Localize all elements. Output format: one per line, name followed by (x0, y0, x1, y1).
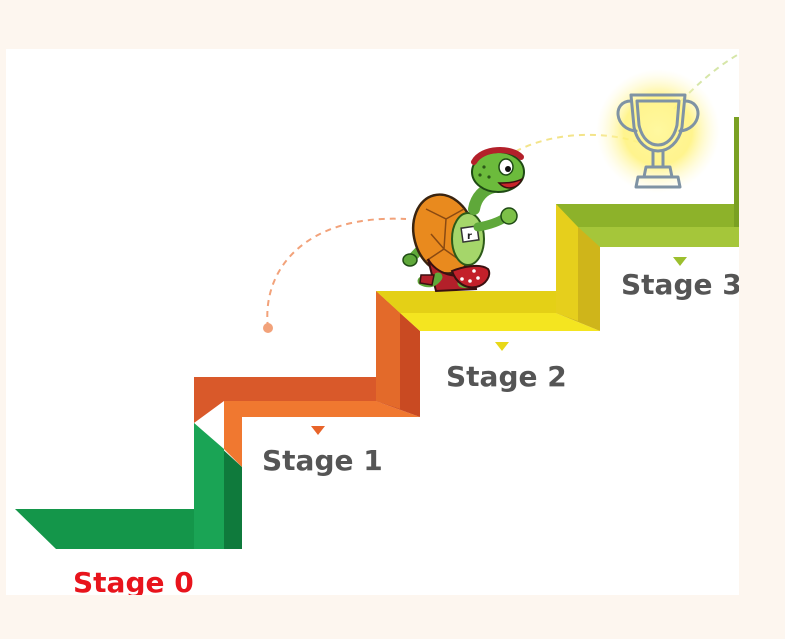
stage-3-pointer (673, 257, 687, 266)
stage-2-label: Stage 2 (446, 360, 567, 393)
turtle-runner-icon: r (402, 147, 525, 293)
staircase-diagram: r Stage 0 Stage 1 Stage 2 Stage 3 (6, 49, 739, 595)
stage-1-step (194, 291, 420, 467)
trophy-icon (596, 69, 720, 193)
stage-1-label: Stage 1 (262, 444, 383, 477)
stage-0-step (15, 423, 242, 549)
stage-1-pointer (311, 426, 325, 435)
stage-3-label: Stage 3 (621, 268, 739, 301)
staircase-graphic: r (15, 53, 739, 549)
stage-2-pointer (495, 342, 509, 351)
svg-text:r: r (467, 231, 472, 242)
stage-0-label: Stage 0 (73, 566, 194, 596)
path-arc-start-dot (263, 323, 273, 333)
